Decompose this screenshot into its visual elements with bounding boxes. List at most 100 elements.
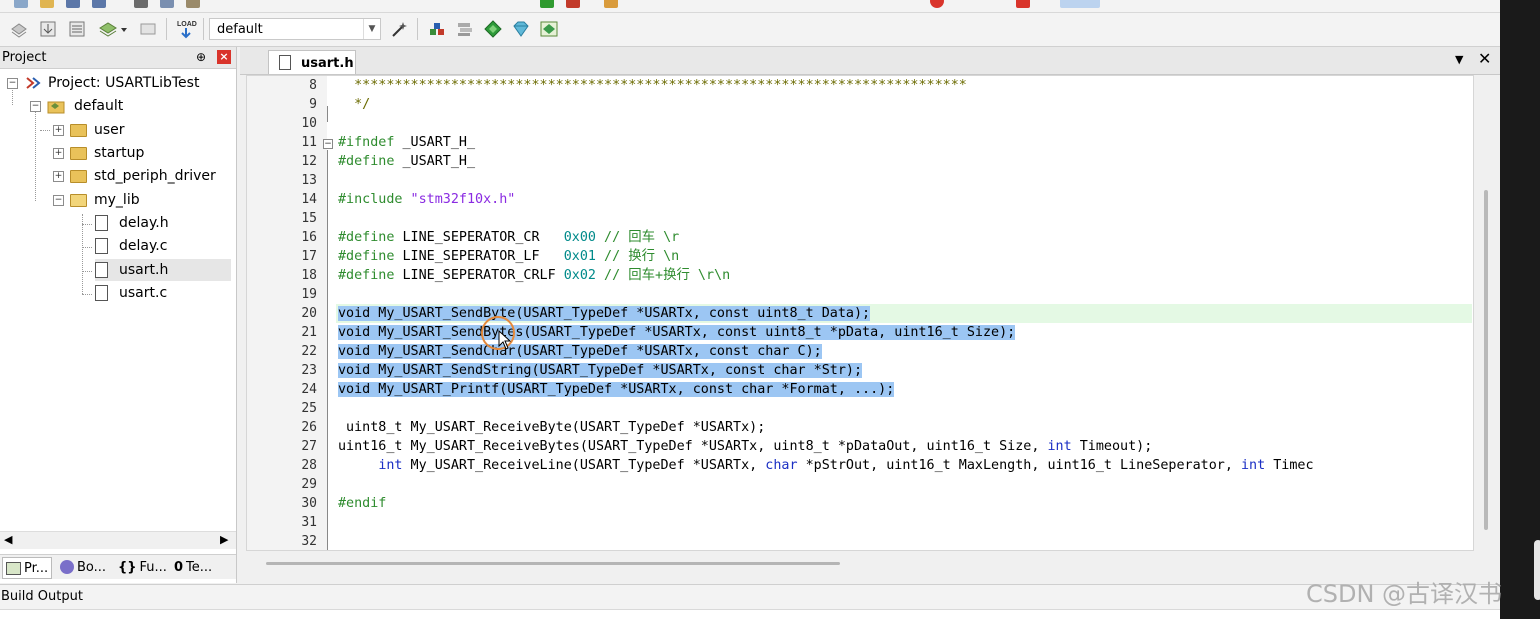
selected-text: void My_USART_SendByte(USART_TypeDef *US… — [338, 306, 871, 321]
pack-installer-icon[interactable] — [455, 19, 475, 39]
tree-item-group[interactable]: + user — [53, 119, 125, 141]
line-number: 17 — [301, 249, 317, 264]
folder-icon — [70, 123, 87, 137]
build-output-title: Build Output — [1, 589, 83, 604]
editor-vscrollbar[interactable] — [1474, 75, 1500, 551]
tab-list-icon[interactable]: ▼ — [1455, 53, 1463, 66]
comment: // 回车+换行 \r\n — [596, 268, 731, 283]
debug-icon[interactable] — [1016, 0, 1030, 8]
chevron-down-icon[interactable]: ▼ — [363, 19, 380, 39]
download-icon[interactable] — [38, 19, 58, 39]
magic-wand-icon[interactable] — [389, 19, 409, 39]
tree-item-file-label: usart.c — [119, 285, 168, 301]
file-icon — [95, 238, 108, 254]
close-icon[interactable]: × — [217, 50, 231, 64]
tree-item-group-label: startup — [94, 145, 145, 161]
tree-item-group[interactable]: − my_lib — [53, 189, 140, 211]
editor-hscrollbar[interactable] — [246, 555, 1474, 571]
comment: // 回车 \r — [596, 230, 680, 245]
translate-icon[interactable] — [138, 19, 158, 39]
load-icon[interactable]: LOAD — [175, 19, 197, 39]
tree-item-group[interactable]: + startup — [53, 142, 144, 164]
stack-icon[interactable] — [9, 19, 29, 39]
project-icon — [26, 77, 41, 89]
tree-item-group[interactable]: + std_periph_driver — [53, 165, 216, 187]
tab-functions[interactable]: {} Fu... — [118, 557, 167, 577]
line-number: 32 — [301, 534, 317, 549]
tree-item-group-label: std_periph_driver — [94, 168, 216, 184]
line-number: 27 — [301, 439, 317, 454]
menu-toolbar-strip — [0, 0, 1540, 13]
open-folder-icon — [70, 193, 87, 207]
selected-text: void My_USART_SendChar(USART_TypeDef *US… — [338, 344, 822, 359]
new-file-icon[interactable] — [14, 0, 28, 8]
directive: #define — [338, 268, 395, 283]
code-editor[interactable]: 8 9 10 11 12 13 14 15 16 17 18 19 20 21 … — [246, 75, 1474, 551]
expand-icon[interactable]: + — [53, 170, 64, 182]
keyword: int — [1047, 439, 1072, 454]
line-number: 14 — [301, 192, 317, 207]
expand-icon[interactable]: + — [53, 124, 64, 136]
tree-item-target-label: default — [74, 98, 124, 114]
scrollbar-thumb[interactable] — [266, 562, 840, 565]
manage-components-icon[interactable] — [427, 19, 447, 39]
pin-icon[interactable]: ⊕ — [196, 50, 206, 64]
collapse-icon[interactable]: − — [7, 77, 18, 89]
tab-project[interactable]: Pr... — [2, 557, 53, 579]
diamond-icon[interactable] — [483, 19, 503, 39]
selected-text: void My_USART_Printf(USART_TypeDef *USAR… — [338, 382, 895, 397]
tree-item-file[interactable]: delay.h — [95, 212, 169, 234]
tab-books[interactable]: Bo... — [60, 557, 106, 577]
line-number: 8 — [309, 78, 317, 93]
breakpoint-icon[interactable] — [930, 0, 944, 8]
expand-icon[interactable]: + — [53, 147, 64, 159]
save-icon[interactable] — [66, 0, 80, 8]
scrollbar-thumb[interactable] — [1484, 190, 1488, 530]
close-tab-icon[interactable]: ✕ — [1478, 49, 1491, 68]
tree-line — [35, 111, 36, 201]
tree-item-project[interactable]: − Project: USARTLibTest — [7, 72, 199, 94]
edge-handle — [1534, 540, 1540, 600]
braces-icon: {} — [118, 559, 137, 575]
watermark: CSDN @古译汉书 — [1306, 580, 1503, 608]
tree-item-group-label: my_lib — [94, 192, 140, 208]
batch-build-icon[interactable] — [67, 19, 87, 39]
find-icon[interactable] — [540, 0, 554, 8]
code-line: #ifndef _USART_H_ — [338, 133, 475, 152]
paste-icon[interactable] — [186, 0, 200, 8]
tab-templates-label: Te... — [186, 559, 213, 575]
copy-icon[interactable] — [160, 0, 174, 8]
replace-icon[interactable] — [566, 0, 580, 8]
tab-templates[interactable]: 0 Te... — [174, 557, 212, 577]
build-output-content[interactable] — [0, 609, 1540, 621]
cut-icon[interactable] — [134, 0, 148, 8]
gem-icon[interactable] — [511, 19, 531, 39]
tree-line — [82, 294, 92, 295]
file-icon — [95, 262, 108, 278]
scroll-right-icon[interactable]: ▶ — [220, 533, 228, 546]
fold-collapse-icon[interactable]: − — [323, 139, 333, 149]
tab-functions-label: Fu... — [139, 559, 167, 575]
project-hscrollbar[interactable]: ◀ ▶ — [0, 531, 236, 549]
tree-item-file-selected[interactable]: usart.h — [95, 259, 231, 281]
tab-usart-h[interactable]: usart.h — [268, 50, 356, 74]
code-line: ****************************************… — [338, 78, 967, 93]
save-all-icon[interactable] — [92, 0, 106, 8]
tree-line — [82, 214, 83, 294]
scroll-left-icon[interactable]: ◀ — [4, 533, 12, 546]
line-number: 11 — [301, 135, 317, 150]
tree-item-target[interactable]: − default — [30, 95, 123, 117]
select-packs-icon[interactable] — [539, 19, 559, 39]
layers-icon[interactable] — [96, 19, 130, 39]
target-select[interactable]: default ▼ — [209, 18, 381, 40]
tree-item-file[interactable]: delay.c — [95, 235, 167, 257]
collapse-icon[interactable]: − — [53, 194, 64, 206]
open-file-icon[interactable] — [40, 0, 54, 8]
line-number: 21 — [301, 325, 317, 340]
folder-icon[interactable] — [604, 0, 618, 8]
window-layout-icon[interactable] — [1060, 0, 1100, 8]
tree-item-file[interactable]: usart.c — [95, 282, 167, 304]
collapse-icon[interactable]: − — [30, 100, 41, 112]
code-text: LINE_SEPERATOR_CRLF — [394, 268, 564, 283]
books-tab-icon — [60, 560, 74, 574]
